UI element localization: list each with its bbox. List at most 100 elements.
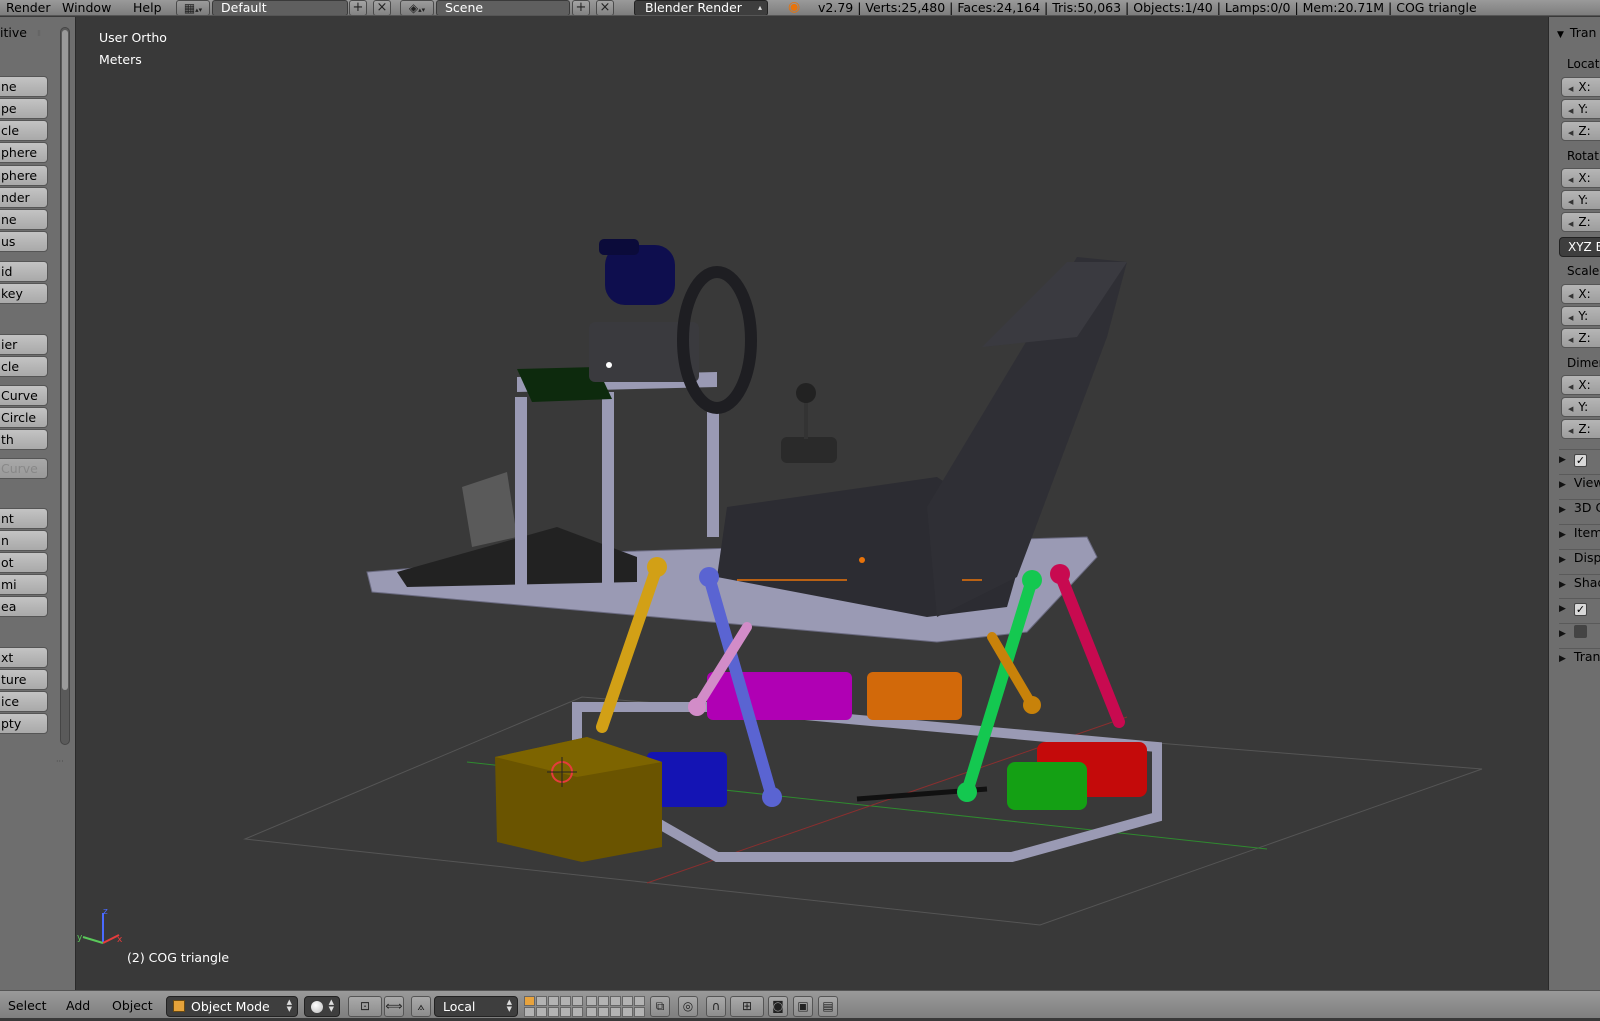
delete-layout-button[interactable]: × <box>373 0 391 15</box>
layer-button[interactable] <box>598 996 609 1006</box>
scale-x-field[interactable]: ◀ X: <box>1561 284 1600 304</box>
decrement-arrow-icon[interactable]: ◀ <box>1568 85 1573 93</box>
layer-button[interactable] <box>548 996 559 1006</box>
menu-window[interactable]: Window <box>52 0 121 15</box>
lock-layers-button[interactable]: ⧉ <box>650 996 670 1017</box>
panel-grip-icon[interactable]: ⁝⁝ <box>37 29 41 38</box>
add-uv-sphere-button[interactable]: phere <box>0 142 48 163</box>
layer-button[interactable] <box>598 1007 609 1017</box>
layer-button[interactable] <box>634 996 645 1006</box>
scene-name-field[interactable]: Scene <box>436 0 570 15</box>
scene-layers-group-1[interactable] <box>524 996 583 1017</box>
decrement-arrow-icon[interactable]: ◀ <box>1568 107 1573 115</box>
panel-background-images[interactable]: ▶ <box>1559 623 1600 643</box>
scene-layers-group-2[interactable] <box>586 996 645 1017</box>
add-monkey-button[interactable]: key <box>0 283 48 304</box>
add-cone-button[interactable]: ne <box>0 209 48 230</box>
decrement-arrow-icon[interactable]: ◀ <box>1568 220 1573 228</box>
layer-button[interactable] <box>622 1007 633 1017</box>
add-point-lamp-button[interactable]: nt <box>0 508 48 529</box>
add-scene-button[interactable]: + <box>572 0 590 15</box>
dimensions-x-field[interactable]: ◀ X: <box>1561 375 1600 395</box>
layer-button[interactable] <box>524 1007 535 1017</box>
add-cylinder-button[interactable]: nder <box>0 187 48 208</box>
layer-button[interactable] <box>524 996 535 1006</box>
scene-render[interactable]: z y x <box>77 17 1547 990</box>
opengl-render-image-button[interactable]: ◙ <box>768 996 788 1017</box>
add-lattice-button[interactable]: ice <box>0 691 48 712</box>
draw-curve-button[interactable]: Curve <box>0 458 48 479</box>
transform-panel-header[interactable]: ▼ Tran <box>1557 25 1596 40</box>
snap-element-dropdown[interactable]: ⊞ <box>730 996 764 1017</box>
layer-button[interactable] <box>536 996 547 1006</box>
add-plane-button[interactable]: ne <box>0 76 48 97</box>
layer-button[interactable] <box>572 996 583 1006</box>
checkbox-unchecked-icon[interactable] <box>1573 625 1587 638</box>
layer-button[interactable] <box>586 996 597 1006</box>
add-nurbs-curve-button[interactable]: Curve <box>0 385 48 406</box>
add-torus-button[interactable]: us <box>0 231 48 252</box>
location-z-field[interactable]: ◀ Z: <box>1561 121 1600 141</box>
scene-selector[interactable]: ◈▴▾ <box>400 0 434 15</box>
layer-button[interactable] <box>560 996 571 1006</box>
decrement-arrow-icon[interactable]: ◀ <box>1568 314 1573 322</box>
proportional-editing-button[interactable]: ◎ <box>678 996 698 1017</box>
add-bezier-circle-button[interactable]: cle <box>0 356 48 377</box>
layout-name-field[interactable]: Default <box>212 0 348 15</box>
transform-orientation-dropdown[interactable]: Local ▲ ▼ <box>434 996 518 1017</box>
checkbox-checked-icon[interactable]: ✓ <box>1573 603 1587 616</box>
add-nurbs-circle-button[interactable]: Circle <box>0 407 48 428</box>
panel-grease-pencil[interactable]: ▶ ✓ <box>1559 449 1600 469</box>
layer-button[interactable] <box>548 1007 559 1017</box>
panel-shading[interactable]: ▶Shad <box>1559 574 1600 594</box>
panel-display[interactable]: ▶ Disp <box>1559 549 1600 569</box>
layer-button[interactable] <box>536 1007 547 1017</box>
panel-transform-orientations[interactable]: ▶ Tran <box>1559 648 1600 668</box>
menu-help[interactable]: Help <box>123 0 172 15</box>
layer-button[interactable] <box>560 1007 571 1017</box>
transform-manipulator-toggle[interactable]: ⟑ <box>411 996 431 1017</box>
scale-z-field[interactable]: ◀ Z: <box>1561 328 1600 348</box>
panel-3d-cursor[interactable]: ▶3D C <box>1559 499 1600 519</box>
layer-button[interactable] <box>586 1007 597 1017</box>
add-sun-lamp-button[interactable]: n <box>0 530 48 551</box>
decrement-arrow-icon[interactable]: ◀ <box>1568 336 1573 344</box>
decrement-arrow-icon[interactable]: ◀ <box>1568 292 1573 300</box>
layer-button[interactable] <box>610 996 621 1006</box>
add-path-button[interactable]: th <box>0 429 48 450</box>
add-armature-button[interactable]: ture <box>0 669 48 690</box>
layer-button[interactable] <box>610 1007 621 1017</box>
scrollbar-thumb[interactable] <box>62 30 68 690</box>
add-ico-sphere-button[interactable]: phere <box>0 165 48 186</box>
delete-scene-button[interactable]: × <box>596 0 614 15</box>
pivot-point-dropdown[interactable]: ⊡ <box>348 996 382 1017</box>
rotation-y-field[interactable]: ◀ Y: <box>1561 190 1600 210</box>
opengl-render-animation-button[interactable]: ▣ <box>793 996 813 1017</box>
region-resize-grip-icon[interactable]: ··· <box>56 757 64 766</box>
decrement-arrow-icon[interactable]: ◀ <box>1568 198 1573 206</box>
decrement-arrow-icon[interactable]: ◀ <box>1568 383 1573 391</box>
interaction-mode-dropdown[interactable]: Object Mode ▲ ▼ <box>166 996 298 1017</box>
menu-add[interactable]: Add <box>66 991 90 1021</box>
add-circle-button[interactable]: cle <box>0 120 48 141</box>
location-x-field[interactable]: ◀ X: <box>1561 77 1600 97</box>
layer-button[interactable] <box>634 1007 645 1017</box>
checkbox-checked-icon[interactable]: ✓ <box>1573 454 1587 467</box>
scale-y-field[interactable]: ◀ Y: <box>1561 306 1600 326</box>
add-text-button[interactable]: xt <box>0 647 48 668</box>
menu-select[interactable]: Select <box>8 991 47 1021</box>
decrement-arrow-icon[interactable]: ◀ <box>1568 427 1573 435</box>
decrement-arrow-icon[interactable]: ◀ <box>1568 176 1573 184</box>
layer-button[interactable] <box>622 996 633 1006</box>
menu-object[interactable]: Object <box>112 991 153 1021</box>
add-spot-lamp-button[interactable]: ot <box>0 552 48 573</box>
manipulate-centers-toggle[interactable]: ⟺ <box>384 996 404 1017</box>
decrement-arrow-icon[interactable]: ◀ <box>1568 405 1573 413</box>
screen-layout-selector[interactable]: ▦▴▾ <box>176 0 210 15</box>
layer-button[interactable] <box>572 1007 583 1017</box>
rotation-mode-dropdown[interactable]: XYZ E <box>1559 237 1600 257</box>
decrement-arrow-icon[interactable]: ◀ <box>1568 129 1573 137</box>
add-hemi-lamp-button[interactable]: mi <box>0 574 48 595</box>
add-area-lamp-button[interactable]: ea <box>0 596 48 617</box>
tool-shelf-scrollbar[interactable] <box>60 27 70 745</box>
